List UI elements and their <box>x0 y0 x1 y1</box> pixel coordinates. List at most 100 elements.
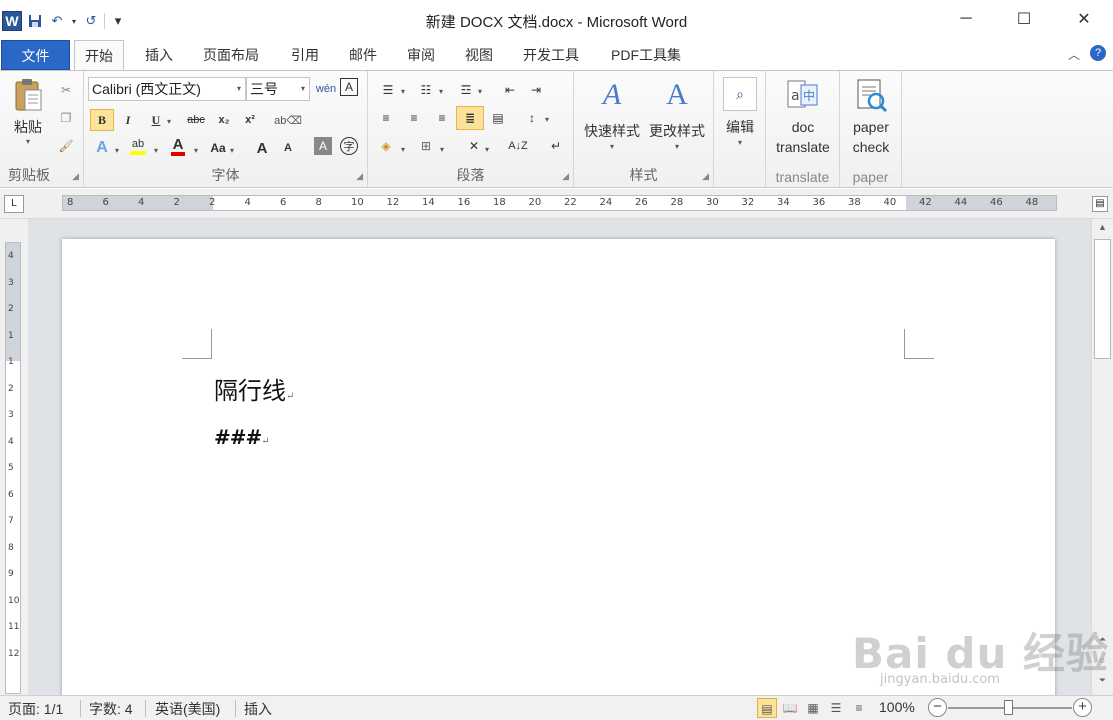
change-styles-button[interactable]: A 更改样式 ▾ <box>644 77 710 153</box>
underline-button[interactable]: U <box>144 109 168 131</box>
character-shading-icon[interactable]: A <box>314 137 332 155</box>
show-marks-icon[interactable]: ↵ <box>544 135 568 157</box>
outline-view-icon[interactable]: ☰ <box>826 698 846 718</box>
bullets-icon[interactable]: ☰ <box>376 79 400 101</box>
quick-styles-button[interactable]: A 快速样式 ▾ <box>580 77 644 153</box>
sort-icon[interactable]: A↓Z <box>506 135 530 157</box>
multilevel-list-icon[interactable]: ☲ <box>454 79 478 101</box>
paragraph-2[interactable]: ###↵ <box>214 425 270 449</box>
strikethrough-button[interactable]: abc <box>184 109 208 131</box>
numbering-icon[interactable]: ☷ <box>414 79 438 101</box>
cut-icon[interactable]: ✂ <box>54 79 78 101</box>
full-screen-reading-icon[interactable]: 📖 <box>780 698 800 718</box>
change-styles-dropdown-icon[interactable]: ▾ <box>675 141 679 153</box>
zoom-out-button[interactable]: − <box>928 698 947 717</box>
underline-dropdown-icon[interactable]: ▾ <box>167 117 171 126</box>
maximize-button[interactable]: ☐ <box>995 0 1053 38</box>
change-case-dropdown-icon[interactable]: ▾ <box>230 146 234 155</box>
format-painter-icon[interactable]: 🖌 <box>54 135 78 157</box>
tab-review[interactable]: 审阅 <box>397 40 445 70</box>
highlight-dropdown-icon[interactable]: ▾ <box>154 146 158 155</box>
zoom-level[interactable]: 100% <box>879 699 915 715</box>
tab-developer[interactable]: 开发工具 <box>513 40 589 70</box>
line-spacing-icon[interactable]: ↕ <box>520 107 544 129</box>
italic-button[interactable]: I <box>116 109 140 131</box>
doc-translate-button[interactable]: a中 doc translate <box>770 77 836 157</box>
zoom-slider-thumb[interactable] <box>1004 700 1013 715</box>
borders-icon[interactable]: ⊞ <box>414 135 438 157</box>
page-count[interactable]: 页面: 1/1 <box>8 699 63 719</box>
bullets-dropdown-icon[interactable]: ▾ <box>401 87 405 96</box>
clipboard-launcher-icon[interactable]: ◢ <box>72 171 79 182</box>
distributed-icon[interactable]: ▤ <box>486 107 510 129</box>
tab-insert[interactable]: 插入 <box>135 40 183 70</box>
shrink-font-button[interactable]: A <box>276 137 300 159</box>
font-color-icon[interactable]: A <box>166 135 190 157</box>
grow-font-button[interactable]: A <box>250 137 274 159</box>
tab-mailings[interactable]: 邮件 <box>339 40 387 70</box>
tab-home[interactable]: 开始 <box>74 40 124 71</box>
text-effects-dropdown-icon[interactable]: ▾ <box>115 146 119 155</box>
tab-pdf-tools[interactable]: PDF工具集 <box>601 40 691 70</box>
line-spacing-dropdown-icon[interactable]: ▾ <box>545 115 549 124</box>
text-effects-icon[interactable]: A <box>90 137 114 159</box>
increase-indent-icon[interactable]: ⇥ <box>524 79 548 101</box>
editing-dropdown-icon[interactable]: ▾ <box>738 137 742 149</box>
font-color-dropdown-icon[interactable]: ▾ <box>194 146 198 155</box>
tab-references[interactable]: 引用 <box>281 40 329 70</box>
chinese-layout-dropdown-icon[interactable]: ▾ <box>485 145 489 154</box>
chinese-layout-icon[interactable]: ✕ <box>462 135 486 157</box>
view-ruler-icon[interactable]: ▤ <box>1092 196 1108 212</box>
paragraph-launcher-icon[interactable]: ◢ <box>562 171 569 182</box>
change-case-button[interactable]: Aa <box>206 137 230 159</box>
character-border-icon[interactable]: A <box>340 78 358 96</box>
shading-dropdown-icon[interactable]: ▾ <box>401 145 405 154</box>
align-left-icon[interactable]: ≡ <box>374 107 398 129</box>
horizontal-ruler[interactable]: 8 6 4 2 2 4 6 8 10 12 14 16 18 20 22 24 26 28 30 32 34 36 38 40… <box>62 195 1057 211</box>
tab-file[interactable]: 文件 <box>1 40 70 70</box>
align-center-icon[interactable]: ≡ <box>402 107 426 129</box>
scroll-up-icon[interactable]: ▲ <box>1095 222 1110 236</box>
clear-formatting-icon[interactable]: ab⌫ <box>274 109 302 131</box>
font-size-dropdown-icon[interactable]: ▾ <box>301 78 305 100</box>
vertical-ruler[interactable]: 4 3 2 1 1 2 3 4 5 6 7 8 9 10 11 12 <box>5 242 21 694</box>
subscript-button[interactable]: x₂ <box>212 109 236 131</box>
styles-launcher-icon[interactable]: ◢ <box>702 171 709 182</box>
paper-check-button[interactable]: paper check <box>842 77 900 157</box>
decrease-indent-icon[interactable]: ⇤ <box>498 79 522 101</box>
superscript-button[interactable]: x² <box>238 109 262 131</box>
print-layout-view-icon[interactable]: ▤ <box>757 698 777 718</box>
web-layout-icon[interactable]: ▦ <box>803 698 823 718</box>
shading-icon[interactable]: ◈ <box>374 135 398 157</box>
font-name-dropdown-icon[interactable]: ▾ <box>237 78 241 100</box>
tab-view[interactable]: 视图 <box>455 40 503 70</box>
enclose-characters-icon[interactable]: 字 <box>340 137 358 155</box>
minimize-button[interactable]: ─ <box>937 0 995 38</box>
copy-icon[interactable]: ❐ <box>54 107 78 129</box>
numbering-dropdown-icon[interactable]: ▾ <box>439 87 443 96</box>
bold-button[interactable]: B <box>90 109 114 131</box>
tab-page-layout[interactable]: 页面布局 <box>193 40 269 70</box>
scrollbar-thumb[interactable] <box>1094 239 1111 359</box>
phonetic-guide-icon[interactable]: wén <box>314 78 338 100</box>
quick-styles-dropdown-icon[interactable]: ▾ <box>610 141 614 153</box>
close-button[interactable]: ✕ <box>1055 0 1113 38</box>
font-launcher-icon[interactable]: ◢ <box>356 171 363 182</box>
highlight-icon[interactable]: ab <box>126 135 150 157</box>
editing-button[interactable]: ⌕ 编辑 ▾ <box>720 77 760 149</box>
align-right-icon[interactable]: ≡ <box>430 107 454 129</box>
help-icon[interactable]: ? <box>1090 45 1106 61</box>
paste-dropdown-icon[interactable]: ▾ <box>26 137 30 147</box>
draft-view-icon[interactable]: ≡ <box>849 698 869 718</box>
word-count[interactable]: 字数: 4 <box>89 699 133 719</box>
font-name-combo[interactable]: Calibri (西文正文) ▾ <box>88 77 246 101</box>
paste-button[interactable]: 粘贴 ▾ <box>8 77 48 147</box>
justify-icon[interactable]: ≣ <box>456 106 484 130</box>
borders-dropdown-icon[interactable]: ▾ <box>440 145 444 154</box>
multilevel-dropdown-icon[interactable]: ▾ <box>478 87 482 96</box>
collapse-ribbon-icon[interactable]: ︿ <box>1068 46 1080 63</box>
zoom-in-button[interactable]: + <box>1073 698 1092 717</box>
font-size-combo[interactable]: 三号 ▾ <box>246 77 310 101</box>
language-status[interactable]: 英语(美国) <box>155 699 220 719</box>
paragraph-1[interactable]: 隔行线↵ <box>214 371 294 406</box>
